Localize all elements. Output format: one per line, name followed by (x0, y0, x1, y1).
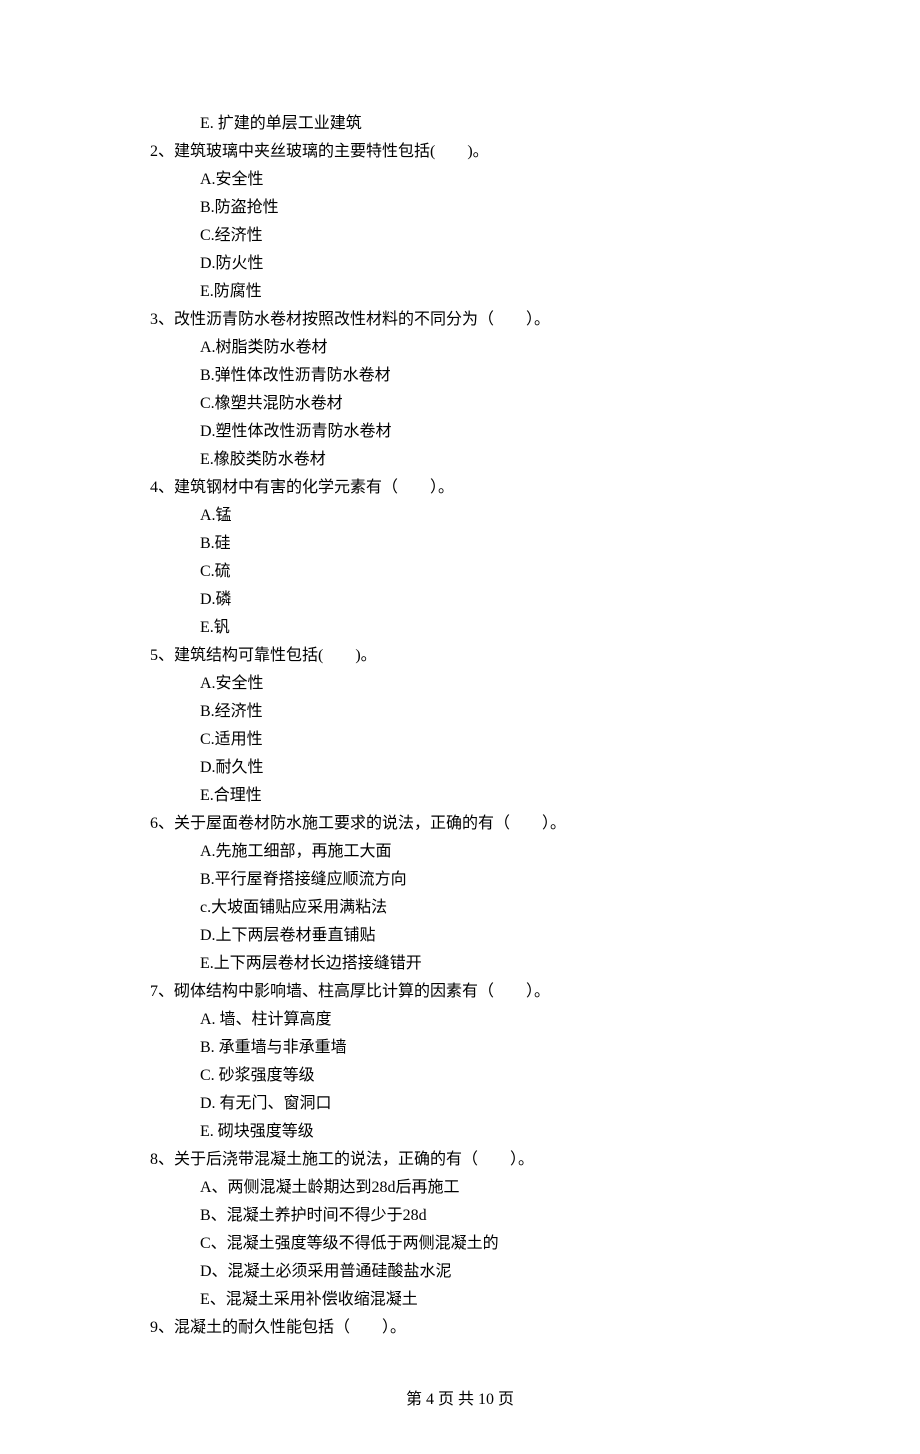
question-8: 8、关于后浇带混凝土施工的说法，正确的有（ ）。 (150, 1146, 770, 1174)
option: B.硅 (150, 530, 770, 558)
option: C. 砂浆强度等级 (150, 1062, 770, 1090)
question-2: 2、建筑玻璃中夹丝玻璃的主要特性包括( )。 (150, 138, 770, 166)
q-num: 4、 (150, 479, 174, 496)
q-text: 混凝土的耐久性能包括（ ）。 (174, 1319, 406, 1336)
question-9: 9、混凝土的耐久性能包括（ ）。 (150, 1314, 770, 1342)
option: E.合理性 (150, 782, 770, 810)
option: C.经济性 (150, 222, 770, 250)
option: E. 砌块强度等级 (150, 1118, 770, 1146)
option: D.磷 (150, 586, 770, 614)
q-text: 砌体结构中影响墙、柱高厚比计算的因素有（ ）。 (174, 983, 550, 1000)
option: E.防腐性 (150, 278, 770, 306)
option: B.防盗抢性 (150, 194, 770, 222)
question-3: 3、改性沥青防水卷材按照改性材料的不同分为（ ）。 (150, 306, 770, 334)
option: A.锰 (150, 502, 770, 530)
q-text: 改性沥青防水卷材按照改性材料的不同分为（ ）。 (174, 311, 550, 328)
q-text: 建筑钢材中有害的化学元素有（ ）。 (174, 479, 454, 496)
option: E.橡胶类防水卷材 (150, 446, 770, 474)
q-text: 关于屋面卷材防水施工要求的说法，正确的有（ ）。 (174, 815, 566, 832)
q-num: 2、 (150, 143, 174, 160)
option: B、混凝土养护时间不得少于28d (150, 1202, 770, 1230)
option: D.塑性体改性沥青防水卷材 (150, 418, 770, 446)
option: A. 墙、柱计算高度 (150, 1006, 770, 1034)
q-text: 建筑玻璃中夹丝玻璃的主要特性包括( )。 (174, 143, 489, 160)
q-text: 建筑结构可靠性包括( )。 (174, 647, 377, 664)
q-num: 8、 (150, 1151, 174, 1168)
option: E.钒 (150, 614, 770, 642)
option: C.适用性 (150, 726, 770, 754)
q-num: 9、 (150, 1319, 174, 1336)
option: C.橡塑共混防水卷材 (150, 390, 770, 418)
option: D.耐久性 (150, 754, 770, 782)
q-text: 关于后浇带混凝土施工的说法，正确的有（ ）。 (174, 1151, 534, 1168)
question-5: 5、建筑结构可靠性包括( )。 (150, 642, 770, 670)
option: c.大坡面铺贴应采用满粘法 (150, 894, 770, 922)
option: A.安全性 (150, 670, 770, 698)
option: C、混凝土强度等级不得低于两侧混凝土的 (150, 1230, 770, 1258)
option: B.平行屋脊搭接缝应顺流方向 (150, 866, 770, 894)
option: D.防火性 (150, 250, 770, 278)
option: E.上下两层卷材长边搭接缝错开 (150, 950, 770, 978)
page-content: E. 扩建的单层工业建筑 2、建筑玻璃中夹丝玻璃的主要特性包括( )。 A.安全… (0, 0, 920, 1454)
q-num: 3、 (150, 311, 174, 328)
option: A.树脂类防水卷材 (150, 334, 770, 362)
option: D. 有无门、窗洞口 (150, 1090, 770, 1118)
q-num: 5、 (150, 647, 174, 664)
option: A、两侧混凝土龄期达到28d后再施工 (150, 1174, 770, 1202)
q-num: 7、 (150, 983, 174, 1000)
option: E、混凝土采用补偿收缩混凝土 (150, 1286, 770, 1314)
option: C.硫 (150, 558, 770, 586)
option: B. 承重墙与非承重墙 (150, 1034, 770, 1062)
option: A.先施工细部，再施工大面 (150, 838, 770, 866)
question-6: 6、关于屋面卷材防水施工要求的说法，正确的有（ ）。 (150, 810, 770, 838)
question-7: 7、砌体结构中影响墙、柱高厚比计算的因素有（ ）。 (150, 978, 770, 1006)
option: B.经济性 (150, 698, 770, 726)
option: A.安全性 (150, 166, 770, 194)
option: B.弹性体改性沥青防水卷材 (150, 362, 770, 390)
orphan-option: E. 扩建的单层工业建筑 (150, 110, 770, 138)
option: D.上下两层卷材垂直铺贴 (150, 922, 770, 950)
option: D、混凝土必须采用普通硅酸盐水泥 (150, 1258, 770, 1286)
q-num: 6、 (150, 815, 174, 832)
question-4: 4、建筑钢材中有害的化学元素有（ ）。 (150, 474, 770, 502)
page-footer: 第 4 页 共 10 页 (150, 1386, 770, 1414)
